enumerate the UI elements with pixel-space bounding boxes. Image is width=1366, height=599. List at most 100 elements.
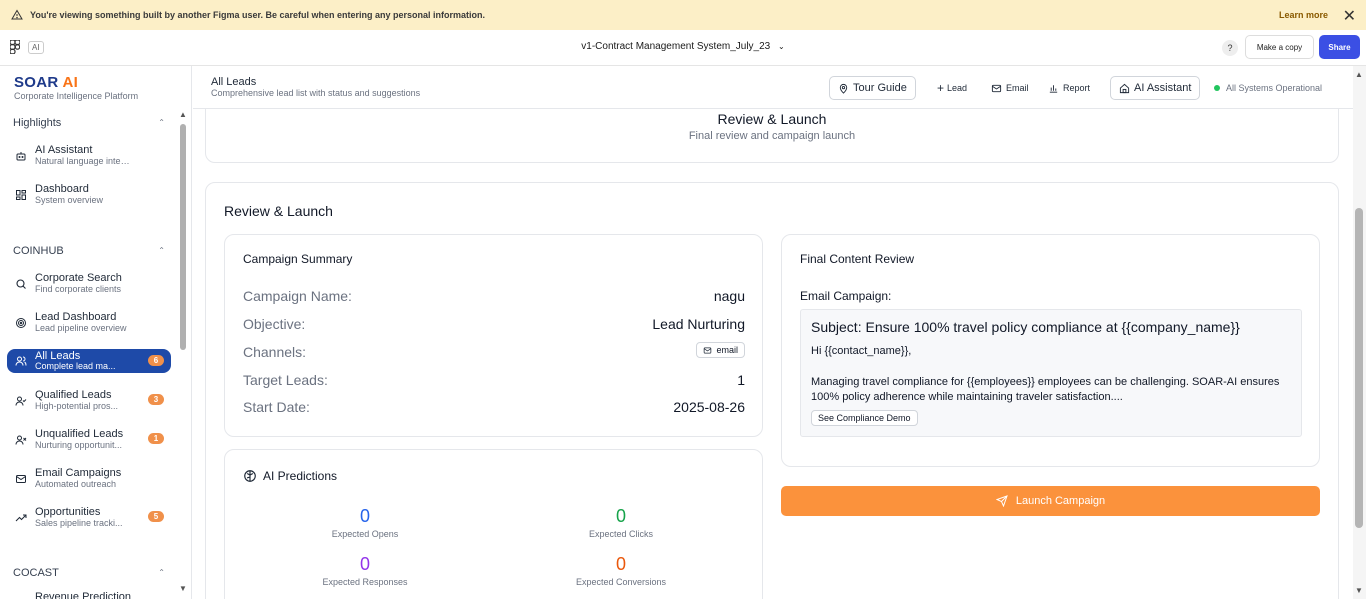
section-highlights[interactable]: Highlights ⌃ (13, 117, 165, 129)
scroll-up-arrow-icon[interactable]: ▲ (179, 110, 187, 119)
make-copy-button[interactable]: Make a copy (1245, 35, 1314, 59)
plus-icon: + (937, 81, 945, 95)
sidebar-item-label: Revenue Prediction (35, 591, 132, 599)
brand-logo: SOAR AI (14, 74, 79, 91)
sidebar-item-dashboard[interactable]: Dashboard System overview (7, 179, 171, 211)
channel-chip: email (696, 342, 745, 358)
sidebar-item-label: Qualified Leads (35, 389, 112, 401)
sidebar-item-email-campaigns[interactable]: Email Campaigns Automated outreach (7, 463, 171, 495)
campaign-summary-title: Campaign Summary (243, 252, 353, 266)
figma-toolbar: AI v1-Contract Management System_July_23… (0, 30, 1366, 66)
step-title: Review & Launch (717, 111, 827, 127)
email-subject: Subject: Ensure 100% travel policy compl… (811, 319, 1240, 335)
summary-key: Target Leads: (243, 372, 328, 388)
summary-value: 1 (737, 372, 745, 388)
bar-chart-icon (1049, 84, 1058, 93)
search-icon (14, 277, 28, 291)
tour-guide-button[interactable]: Tour Guide (829, 76, 916, 100)
summary-row-channels: Channels: email (243, 342, 745, 364)
prediction-value: 0 (615, 554, 626, 574)
ai-assistant-label: AI Assistant (1134, 82, 1192, 94)
user-check-icon (14, 394, 28, 408)
prediction-expected-clicks: 0 Expected Clicks (551, 506, 691, 539)
section-coinhub[interactable]: COINHUB ⌃ (13, 245, 165, 257)
sidebar-item-ai-assistant[interactable]: AI Assistant Natural language interface (7, 140, 171, 172)
scroll-down-arrow-icon[interactable]: ▼ (1355, 586, 1363, 595)
sidebar-item-qualified-leads[interactable]: Qualified Leads High-potential pros... 3 (7, 385, 171, 417)
sidebar-item-lead-dashboard[interactable]: Lead Dashboard Lead pipeline overview (7, 307, 171, 339)
sidebar-item-opportunities[interactable]: Opportunities Sales pipeline tracki... 5 (7, 502, 171, 534)
channel-label: email (716, 345, 738, 355)
chevron-up-icon: ⌃ (158, 118, 165, 127)
prediction-expected-opens: 0 Expected Opens (295, 506, 435, 539)
section-title: Highlights (13, 117, 62, 129)
sidebar-item-revenue-prediction[interactable]: Revenue Prediction (7, 587, 171, 599)
summary-row-campaign-name: Campaign Name: nagu (243, 288, 745, 308)
final-content-review-title: Final Content Review (800, 252, 915, 266)
sidebar-item-label: Opportunities (35, 506, 101, 518)
summary-key: Start Date: (243, 399, 310, 415)
dashboard-icon (14, 188, 28, 202)
sidebar-item-sub: System overview (35, 195, 104, 205)
users-icon (14, 354, 28, 368)
step-header-card: Review & Launch Final review and campaig… (205, 109, 1339, 163)
mail-icon (704, 347, 712, 353)
document-title[interactable]: v1-Contract Management System_July_23 ⌄ (0, 41, 1366, 52)
prediction-label: Expected Responses (322, 577, 408, 587)
add-lead-label: Lead (947, 83, 968, 93)
sidebar-item-sub: Automated outreach (35, 479, 117, 489)
system-status: All Systems Operational (1214, 83, 1322, 93)
sidebar-item-sub: Sales pipeline tracki... (35, 518, 123, 528)
user-x-icon (14, 433, 28, 447)
add-lead-button[interactable]: + Lead (937, 76, 967, 100)
sidebar-item-sub: Nurturing opportunit... (35, 440, 123, 450)
close-icon[interactable]: ✕ (1343, 6, 1356, 26)
main-content: Review & Launch Final review and campaig… (193, 109, 1353, 599)
prediction-expected-conversions: 0 Expected Conversions (551, 554, 691, 587)
section-title: COCAST (13, 567, 59, 579)
launch-campaign-button[interactable]: Launch Campaign (781, 486, 1320, 516)
summary-row-objective: Objective: Lead Nurturing (243, 316, 745, 336)
section-cocast[interactable]: COCAST ⌃ (13, 567, 165, 579)
ai-assistant-button[interactable]: AI Assistant (1110, 76, 1201, 100)
scroll-down-arrow-icon[interactable]: ▼ (179, 584, 187, 593)
learn-more-link[interactable]: Learn more (1279, 10, 1328, 20)
brand[interactable]: SOAR AI Corporate Intelligence Platform (14, 74, 138, 101)
send-icon (995, 495, 1008, 507)
email-button[interactable]: Email (991, 76, 1029, 100)
summary-value: Lead Nurturing (652, 316, 745, 332)
target-icon (14, 316, 28, 330)
prediction-value: 0 (615, 506, 626, 526)
email-label: Email (1006, 83, 1029, 93)
figma-warning-banner: You're viewing something built by anothe… (0, 0, 1366, 30)
summary-value: 2025-08-26 (673, 399, 745, 415)
status-text: All Systems Operational (1226, 83, 1323, 93)
ai-predictions-card: AI Predictions 0 Expected Opens 0 Expect… (224, 449, 763, 599)
sidebar-item-all-leads[interactable]: All Leads Complete lead ma... 6 (7, 349, 171, 373)
count-badge: 1 (148, 433, 164, 444)
sidebar-item-sub: Complete lead ma... (35, 361, 116, 371)
report-button[interactable]: Report (1048, 76, 1090, 100)
email-preview: Subject: Ensure 100% travel policy compl… (800, 309, 1302, 437)
ai-predictions-title: AI Predictions (243, 469, 337, 483)
see-compliance-demo-button[interactable]: See Compliance Demo (811, 410, 918, 426)
email-greeting: Hi {{contact_name}}, (811, 345, 912, 357)
help-button[interactable]: ? (1222, 40, 1238, 56)
sidebar-scrollbar[interactable] (180, 124, 186, 350)
sidebar-item-sub: Find corporate clients (35, 284, 122, 294)
sidebar-item-label: Unqualified Leads (35, 428, 124, 440)
share-button[interactable]: Share (1319, 35, 1360, 59)
sidebar-item-corporate-search[interactable]: Corporate Search Find corporate clients (7, 268, 171, 300)
sidebar-item-label: Corporate Search (35, 272, 122, 284)
scroll-up-arrow-icon[interactable]: ▲ (1355, 70, 1363, 79)
report-label: Report (1063, 83, 1091, 93)
brain-icon (244, 470, 256, 482)
app-header: All Leads Comprehensive lead list with s… (193, 66, 1353, 109)
launch-campaign-label: Launch Campaign (1015, 495, 1106, 507)
prediction-value: 0 (359, 506, 370, 526)
chevron-down-icon: ⌄ (778, 42, 785, 51)
page-scrollbar-thumb[interactable] (1355, 208, 1363, 528)
sidebar-item-unqualified-leads[interactable]: Unqualified Leads Nurturing opportunit..… (7, 424, 171, 456)
map-pin-icon (839, 83, 848, 94)
prediction-label: Expected Clicks (588, 529, 654, 539)
